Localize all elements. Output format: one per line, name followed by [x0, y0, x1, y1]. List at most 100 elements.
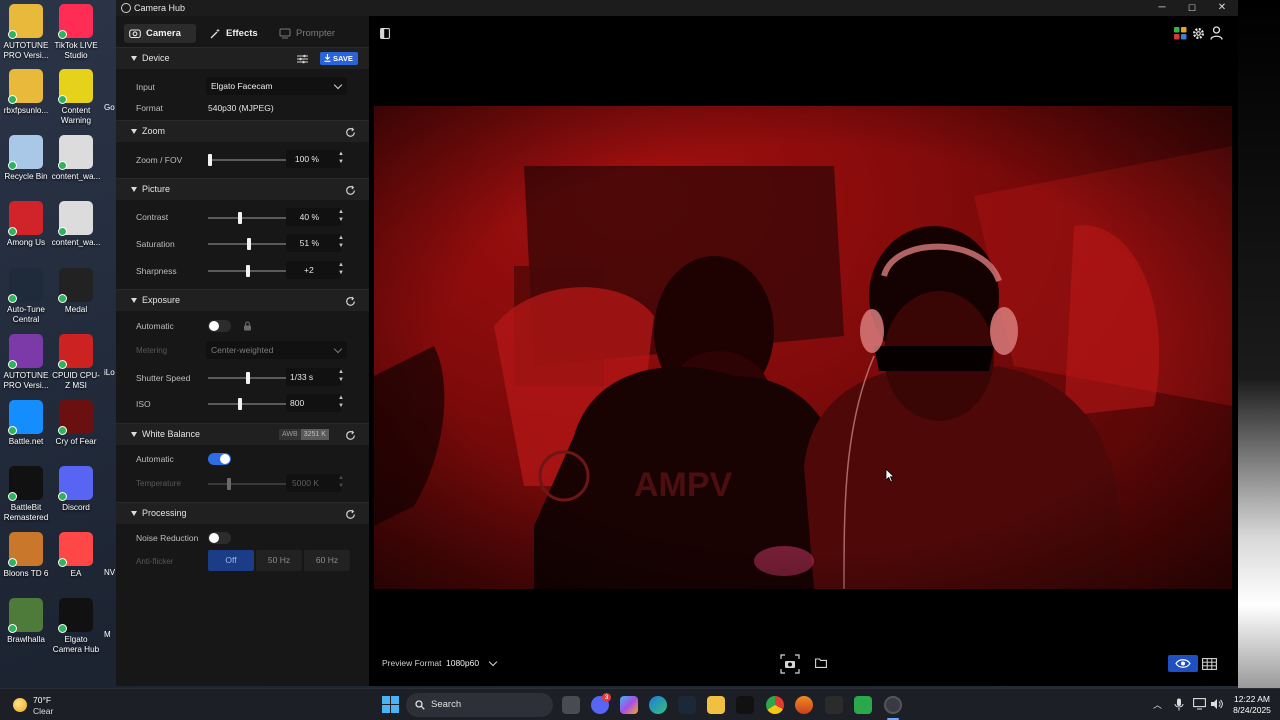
desktop-icon[interactable]: BattleBit Remastered [0, 466, 52, 523]
tab-camera[interactable]: Camera [124, 24, 196, 43]
tiktok-taskbar-icon[interactable] [736, 696, 754, 714]
desktop-icon[interactable]: CPUID CPU-Z MSI [50, 334, 102, 391]
shutter-speed-stepper[interactable]: ▲ ▼ [336, 368, 346, 386]
microphone-icon[interactable] [1174, 698, 1184, 711]
desktop-icon[interactable]: TikTok LIVE Studio [50, 4, 102, 61]
minimize-button[interactable]: ─ [1147, 0, 1177, 16]
show-hidden-icons-chevron-icon[interactable]: ︿ [1153, 698, 1162, 711]
wb-auto-toggle[interactable] [208, 453, 231, 465]
taskbar-search-box[interactable]: Search [406, 693, 553, 717]
saturation-field[interactable]: 51 % [286, 234, 341, 252]
desktop-icon[interactable]: Cry of Fear [50, 400, 102, 447]
desktop-icon[interactable]: Brawlhalla [0, 598, 52, 645]
picture-section-header[interactable]: Picture [116, 178, 369, 200]
desktop-icon[interactable]: Medal [50, 268, 102, 315]
device-section-header[interactable]: Device SAVE [116, 47, 369, 69]
tab-effects[interactable]: Effects [204, 24, 266, 43]
desktop-icon[interactable]: Elgato Camera Hub [50, 598, 102, 655]
camera-preview-video[interactable]: AMPV [374, 106, 1232, 589]
temperature-stepper[interactable]: ▲ ▼ [336, 474, 346, 492]
shutter-speed-slider[interactable] [208, 372, 288, 384]
iso-field[interactable]: 800 [286, 394, 341, 412]
steam-icon[interactable] [678, 696, 696, 714]
reset-icon[interactable] [345, 127, 356, 138]
reset-icon[interactable] [345, 185, 356, 196]
desktop-icon[interactable]: Bloons TD 6 [0, 532, 52, 579]
desktop-icon[interactable]: EA [50, 532, 102, 579]
lock-icon[interactable] [243, 321, 252, 331]
settings-gear-icon[interactable] [1192, 27, 1205, 40]
desktop-icon[interactable]: Content Warning [50, 69, 102, 126]
sharpness-field[interactable]: +2 [286, 261, 341, 279]
saturation-stepper[interactable]: ▲ ▼ [336, 234, 346, 252]
iso-stepper[interactable]: ▲ ▼ [336, 394, 346, 412]
task-view-icon[interactable] [562, 696, 580, 714]
chevron-down-icon[interactable] [488, 657, 498, 667]
exposure-section-header[interactable]: Exposure [116, 289, 369, 311]
temperature-slider[interactable] [208, 478, 288, 490]
contrast-slider[interactable] [208, 212, 288, 224]
saturation-slider[interactable] [208, 238, 288, 250]
slider-thumb[interactable] [238, 212, 243, 224]
title-bar[interactable]: Camera Hub ─ ☐ ✕ [116, 0, 1238, 16]
game-launcher-icon[interactable] [854, 696, 872, 714]
edge-browser-icon[interactable] [649, 696, 667, 714]
snapshot-camera-icon[interactable] [780, 654, 800, 674]
desktop-icon[interactable]: content_wa... [50, 201, 102, 248]
slider-thumb[interactable] [238, 398, 243, 410]
zoom-fov-slider[interactable] [208, 154, 288, 166]
sharpness-slider[interactable] [208, 265, 288, 277]
desktop-icon[interactable]: rbxfpsunlo... [0, 69, 52, 116]
windows-start-icon[interactable] [382, 696, 399, 713]
volume-speaker-icon[interactable] [1210, 698, 1223, 710]
sharpness-stepper[interactable]: ▲ ▼ [336, 261, 346, 279]
reset-icon[interactable] [345, 509, 356, 520]
slider-thumb[interactable] [208, 154, 212, 166]
desktop-icon[interactable]: Auto-Tune Central [0, 268, 52, 325]
anti-flicker-off-option[interactable]: Off [208, 550, 254, 571]
chrome-icon[interactable] [766, 696, 784, 714]
slider-thumb[interactable] [246, 265, 250, 277]
shutter-speed-field[interactable]: 1/33 s [286, 368, 341, 386]
zoom-fov-field[interactable]: 100 % [286, 150, 341, 168]
slider-thumb[interactable] [246, 238, 251, 250]
desktop-icon[interactable]: Recycle Bin [0, 135, 52, 182]
noise-reduction-toggle[interactable] [208, 532, 231, 544]
stream-deck-icon[interactable] [1174, 27, 1187, 40]
temperature-field[interactable]: 5000 K [286, 474, 341, 492]
desktop-icon[interactable]: AUTOTUNE PRO Versi... [0, 334, 52, 391]
white-balance-section-header[interactable]: White Balance AWB 3251 K [116, 423, 369, 445]
input-device-dropdown[interactable]: Elgato Facecam [206, 77, 347, 95]
preview-format-dropdown[interactable]: 1080p60 [446, 658, 479, 668]
close-button[interactable]: ✕ [1207, 0, 1237, 16]
account-icon[interactable] [1210, 26, 1223, 40]
iso-slider[interactable] [208, 398, 288, 410]
reset-icon[interactable] [345, 296, 356, 307]
contrast-field[interactable]: 40 % [286, 208, 341, 226]
network-monitor-icon[interactable] [1193, 698, 1206, 710]
folder-icon[interactable] [815, 658, 827, 668]
desktop-icon[interactable]: Battle.net [0, 400, 52, 447]
desktop-icon[interactable]: Discord [50, 466, 102, 513]
desktop-icon[interactable]: AUTOTUNE PRO Versi... [0, 4, 52, 61]
copilot-icon[interactable] [620, 696, 638, 714]
preview-visibility-button[interactable] [1168, 655, 1198, 672]
desktop-icon[interactable]: content_wa... [50, 135, 102, 182]
processing-section-header[interactable]: Processing [116, 502, 369, 524]
reset-icon[interactable] [345, 430, 356, 441]
anti-flicker-50hz-option[interactable]: 50 Hz [256, 550, 302, 571]
desktop-icon[interactable]: Among Us [0, 201, 52, 248]
contrast-stepper[interactable]: ▲ ▼ [336, 208, 346, 226]
brave-icon[interactable] [795, 696, 813, 714]
save-button[interactable]: SAVE [320, 52, 358, 65]
maximize-button[interactable]: ☐ [1177, 0, 1207, 16]
metering-dropdown[interactable]: Center-weighted [206, 341, 347, 359]
file-explorer-icon[interactable] [707, 696, 725, 714]
medal-taskbar-icon[interactable] [825, 696, 843, 714]
grid-overlay-icon[interactable] [1202, 658, 1217, 670]
sliders-settings-icon[interactable] [297, 54, 308, 64]
slider-thumb[interactable] [246, 372, 250, 384]
sidebar-toggle-icon[interactable] [380, 28, 390, 39]
system-clock[interactable]: 12:22 AM 8/24/2025 [1228, 694, 1276, 716]
anti-flicker-60hz-option[interactable]: 60 Hz [304, 550, 350, 571]
